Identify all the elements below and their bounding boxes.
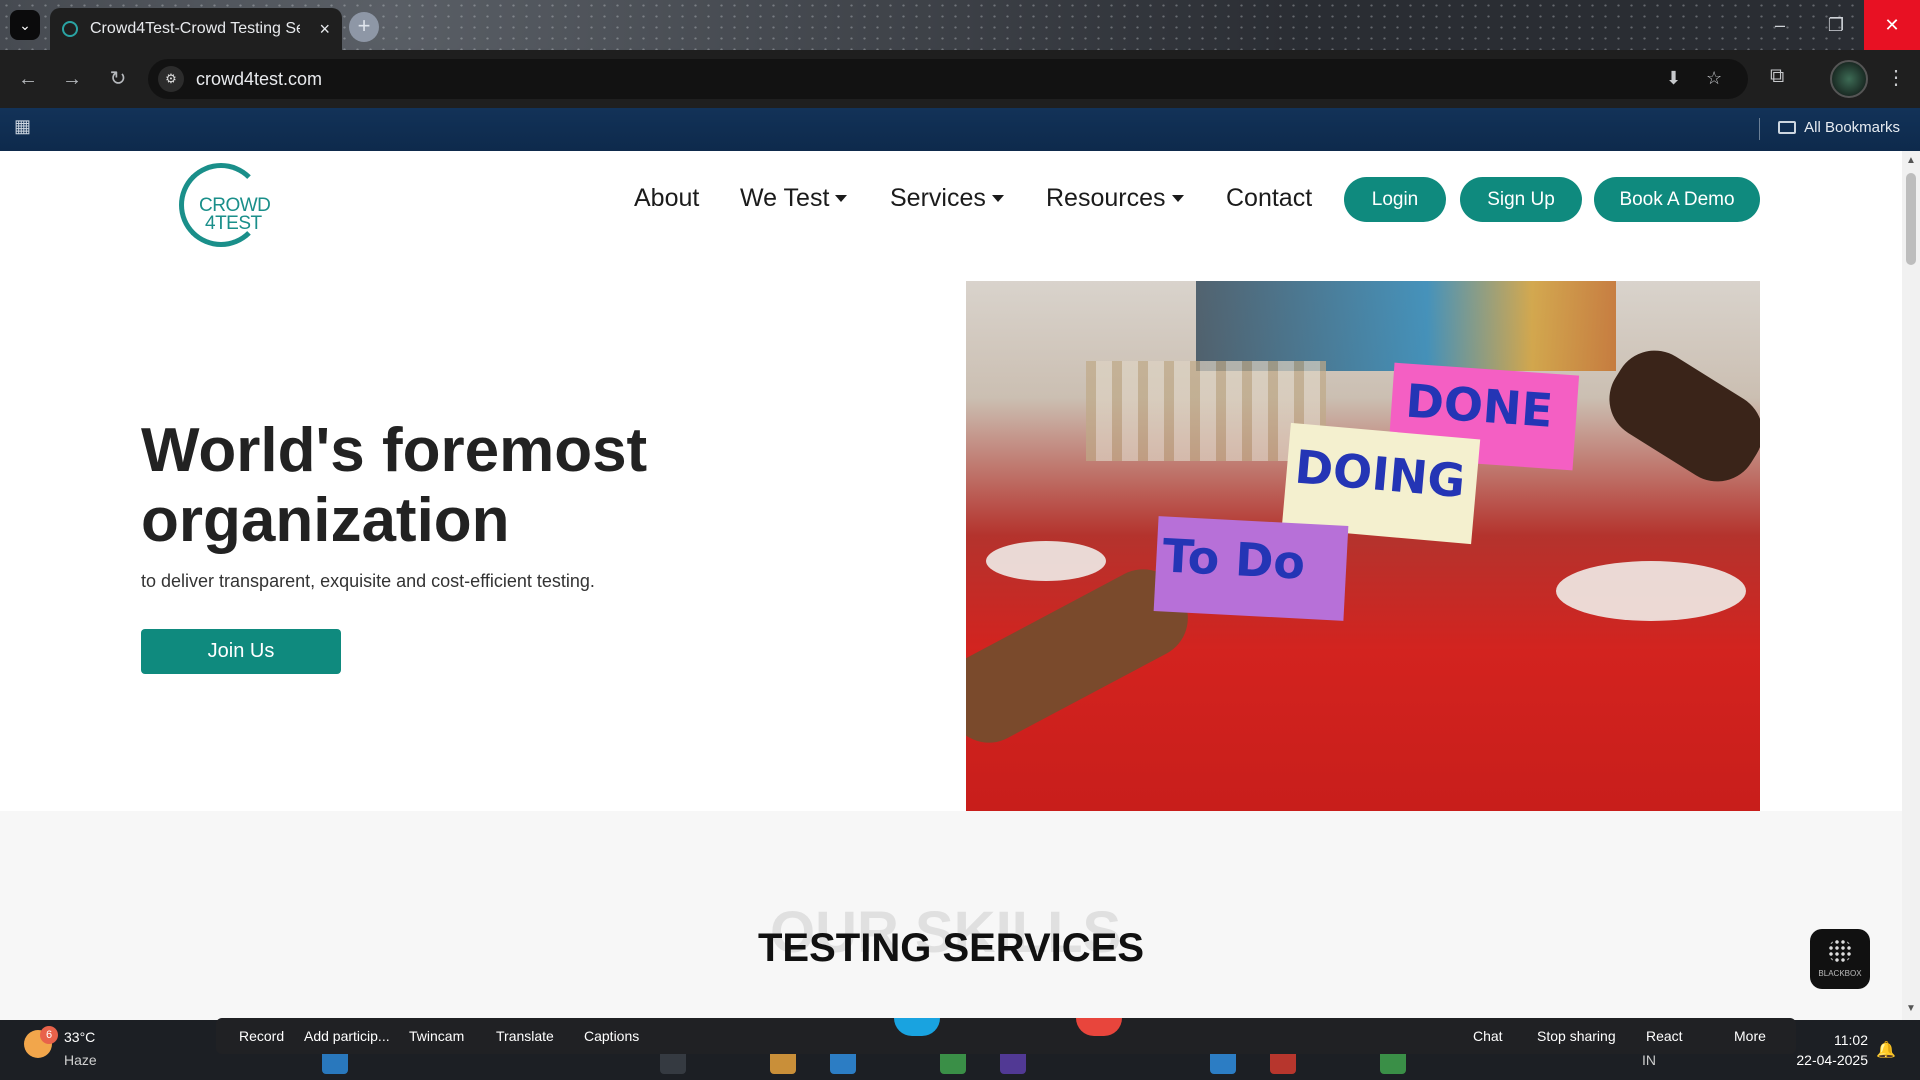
sticky-note-todo: To Do	[1153, 516, 1349, 621]
photo-table	[986, 541, 1106, 581]
nav-services-label: Services	[890, 184, 986, 212]
weather-condition: Haze	[64, 1052, 97, 1068]
site-favicon-icon	[62, 21, 78, 37]
photo-table	[1556, 561, 1746, 621]
book-demo-button[interactable]: Book A Demo	[1594, 177, 1760, 222]
menu-icon[interactable]: ⋮	[1886, 65, 1906, 90]
apps-grid-icon[interactable]: ▦	[14, 116, 31, 137]
blackbox-label: BLACKBOX	[1818, 969, 1862, 978]
bookmarks-bar: ▦ All Bookmarks	[0, 108, 1920, 151]
stop-sharing-button[interactable]: Stop sharing	[1537, 1028, 1616, 1044]
restore-button[interactable]: ❐	[1808, 0, 1864, 50]
nav-contact[interactable]: Contact	[1226, 184, 1312, 213]
join-us-button[interactable]: Join Us	[141, 629, 341, 674]
skills-title: TESTING SERVICES	[757, 926, 1144, 970]
extensions-icon[interactable]: ⧉	[1770, 65, 1784, 88]
scroll-up-icon[interactable]: ▲	[1906, 155, 1916, 166]
profile-avatar[interactable]	[1830, 60, 1868, 98]
install-app-icon[interactable]: ⬇	[1666, 68, 1681, 89]
captions-button[interactable]: Captions	[584, 1028, 639, 1044]
chat-button[interactable]: Chat	[1473, 1028, 1503, 1044]
new-tab-button[interactable]: +	[349, 12, 379, 42]
more-button[interactable]: More	[1734, 1028, 1766, 1044]
site-logo[interactable]: CROWD 4TEST	[175, 157, 285, 247]
folder-icon	[1778, 121, 1797, 134]
page-scrollbar[interactable]: ▲ ▼	[1902, 151, 1920, 1020]
weather-icon[interactable]: 6	[24, 1026, 58, 1058]
all-bookmarks-button[interactable]: All Bookmarks	[1778, 119, 1900, 136]
weather-badge: 6	[40, 1026, 58, 1044]
nav-about-label: About	[634, 184, 700, 212]
browser-toolbar: ← → ↻ ⚙ crowd4test.com ⬇ ☆ ⧉ ⋮	[0, 50, 1920, 108]
hero-photo: DONE DOING To Do	[966, 281, 1760, 811]
skills-section: OUR SKILLS TESTING SERVICES	[0, 811, 1902, 1020]
caret-down-icon	[835, 195, 848, 202]
language-indicator[interactable]: IN	[1642, 1052, 1656, 1068]
forward-icon[interactable]: →	[58, 65, 86, 93]
weather-temperature: 33°C	[64, 1029, 96, 1045]
nav-we-test[interactable]: We Test	[740, 184, 848, 213]
nav-contact-label: Contact	[1226, 184, 1313, 212]
tab-title: Crowd4Test-Crowd Testing Serv	[90, 20, 300, 37]
nav-about[interactable]: About	[634, 184, 699, 213]
clock-date: 22-04-2025	[1796, 1052, 1868, 1068]
caret-down-icon	[1171, 195, 1184, 202]
bookmark-star-icon[interactable]: ☆	[1706, 68, 1722, 89]
site-info-icon[interactable]: ⚙	[158, 66, 184, 92]
tab-search-button[interactable]: ⌄	[10, 10, 40, 40]
twincam-button[interactable]: Twincam	[409, 1028, 464, 1044]
react-button[interactable]: React	[1646, 1028, 1683, 1044]
minimize-button[interactable]: –	[1752, 0, 1808, 50]
logo-text-2: 4TEST	[205, 213, 262, 234]
nav-services[interactable]: Services	[890, 184, 1004, 213]
signup-button[interactable]: Sign Up	[1460, 177, 1582, 222]
address-bar[interactable]: ⚙ crowd4test.com ⬇ ☆	[148, 59, 1748, 99]
hero-subtitle: to deliver transparent, exquisite and co…	[141, 571, 595, 591]
url-text: crowd4test.com	[196, 69, 323, 89]
notification-icon[interactable]: 🔔	[1876, 1040, 1896, 1060]
bookmarks-divider	[1759, 118, 1760, 140]
nav-resources[interactable]: Resources	[1046, 184, 1184, 213]
add-participants-button[interactable]: Add particip...	[304, 1028, 390, 1044]
scroll-down-icon[interactable]: ▼	[1906, 1003, 1916, 1014]
back-icon[interactable]: ←	[14, 65, 42, 93]
clock-time: 11:02	[1834, 1032, 1868, 1048]
photo-background-window	[1196, 281, 1616, 371]
translate-button[interactable]: Translate	[496, 1028, 554, 1044]
blackbox-logo-icon	[1828, 939, 1852, 963]
system-clock[interactable]: 11:02 22-04-2025	[1788, 1030, 1868, 1070]
login-button[interactable]: Login	[1344, 177, 1446, 222]
tab-close-icon[interactable]: ×	[319, 19, 330, 40]
photo-right-hand	[1594, 335, 1760, 497]
nav-we-test-label: We Test	[740, 184, 830, 212]
blackbox-widget[interactable]: BLACKBOX	[1810, 929, 1870, 989]
reload-icon[interactable]: ↻	[104, 65, 132, 93]
record-button[interactable]: Record	[239, 1028, 284, 1044]
all-bookmarks-label: All Bookmarks	[1804, 119, 1900, 136]
hero-title: World's foremost organization	[141, 416, 648, 555]
web-page: CROWD 4TEST About We Test Services Resou…	[0, 151, 1902, 1020]
scroll-thumb[interactable]	[1906, 173, 1916, 265]
close-window-button[interactable]: ✕	[1864, 0, 1920, 50]
caret-down-icon	[991, 195, 1004, 202]
active-tab[interactable]: Crowd4Test-Crowd Testing Serv ×	[50, 8, 342, 50]
nav-resources-label: Resources	[1046, 184, 1166, 212]
